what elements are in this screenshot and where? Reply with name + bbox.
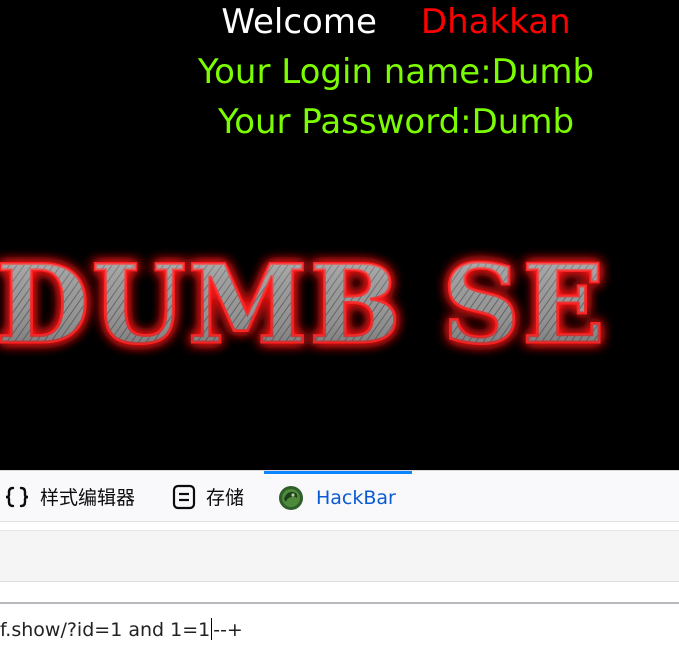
password-line: Your Password:Dumb <box>217 102 575 142</box>
hackbar-url-input[interactable]: f.show/?id=1 and 1=1 --+ <box>0 602 679 648</box>
tab-style-editor[interactable]: 样式编辑器 <box>4 471 135 522</box>
tab-style-editor-label: 样式编辑器 <box>40 487 136 509</box>
hackbar-toolbar <box>0 530 679 582</box>
devtools-panel: 样式编辑器 存储 HackBar f.show/?id=1 and 1=1 --… <box>0 470 679 648</box>
tab-hackbar-label: HackBar <box>316 487 396 509</box>
tab-hackbar[interactable]: HackBar <box>264 471 412 522</box>
browser-window: Welcome Dhakkan Your Login name:Dumb Your… <box>0 0 679 648</box>
url-text: f.show/?id=1 and 1=1 --+ <box>0 618 243 641</box>
banner-text-shine: DUMB SE <box>0 242 607 368</box>
tab-storage-label: 存储 <box>206 487 245 509</box>
braces-icon <box>4 485 30 509</box>
url-before-caret: f.show/?id=1 and 1=1 <box>0 619 211 641</box>
user-name: Dhakkan <box>420 2 571 42</box>
devtools-tab-strip: 样式编辑器 存储 HackBar <box>0 470 679 522</box>
banner-image: DUMB SE DUMB SE <box>0 236 679 376</box>
welcome-line: Welcome Dhakkan <box>0 0 679 44</box>
url-after-caret: --+ <box>213 619 243 641</box>
welcome-label: Welcome <box>221 2 377 42</box>
login-name-line: Your Login name:Dumb <box>197 52 595 92</box>
hackbar-icon <box>278 485 304 511</box>
web-page: Welcome Dhakkan Your Login name:Dumb Your… <box>0 0 679 470</box>
storage-icon <box>172 484 196 510</box>
tab-storage[interactable]: 存储 <box>172 471 244 522</box>
